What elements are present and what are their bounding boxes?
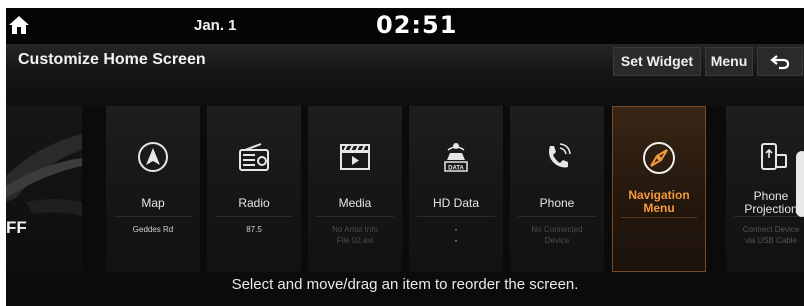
back-arrow-icon <box>770 55 790 70</box>
card-hd-data[interactable]: DATA HD Data - - <box>409 106 503 272</box>
home-screen-editor: Jan. 1 02:51 Customize Home Screen Set W… <box>6 8 804 306</box>
card-label: Radio <box>238 196 270 210</box>
car-interior-image <box>6 134 82 216</box>
compass-arrow-icon <box>138 142 168 172</box>
media-icon <box>340 144 370 170</box>
card-map[interactable]: Map Geddes Rd <box>106 106 200 272</box>
card-label: HD Data <box>432 196 479 210</box>
menu-button[interactable]: Menu <box>705 47 753 76</box>
clock: 02:51 <box>376 11 458 39</box>
partial-card-text: FF <box>6 218 27 237</box>
card-phone-projection[interactable]: Phone Projection Connect Device via USB … <box>726 106 804 272</box>
date-label: Jan. 1 <box>194 17 237 34</box>
partial-card-left[interactable]: FF <box>6 106 82 272</box>
instruction-text: Select and move/drag an item to reorder … <box>231 276 579 293</box>
radio-icon <box>239 143 269 171</box>
set-widget-button[interactable]: Set Widget <box>613 47 701 76</box>
card-detail: - - <box>454 225 458 245</box>
card-label: Media <box>338 196 372 210</box>
navigation-compass-icon <box>643 142 675 174</box>
svg-text:DATA: DATA <box>448 166 464 172</box>
card-detail: Geddes Rd <box>132 225 174 234</box>
card-label: Phone <box>539 196 575 210</box>
back-button[interactable] <box>757 47 803 76</box>
card-label: Map <box>141 196 165 210</box>
card-detail: No Connected Device <box>531 225 583 245</box>
status-bar: Jan. 1 02:51 <box>6 8 804 44</box>
scroll-handle[interactable] <box>796 151 804 217</box>
card-navigation-menu[interactable]: Navigation Menu <box>612 106 706 272</box>
card-detail: 87.5 <box>246 225 262 234</box>
phone-projection-icon <box>761 143 787 170</box>
card-phone[interactable]: Phone No Connected Device <box>510 106 604 272</box>
hd-data-icon: DATA <box>444 143 468 172</box>
card-media[interactable]: Media No Artist Info File 02.avi <box>308 106 402 272</box>
page-title: Customize Home Screen <box>18 51 206 68</box>
card-radio[interactable]: Radio 87.5 <box>207 106 301 272</box>
card-label: Navigation Menu <box>628 188 690 215</box>
home-icon[interactable] <box>8 14 30 36</box>
card-label: Phone Projection <box>744 189 798 216</box>
home-item-carousel[interactable]: FF Map Geddes Rd Radio 87.5 Media No Art… <box>6 106 804 272</box>
card-detail: No Artist Info File 02.avi <box>332 225 378 245</box>
phone-icon <box>549 143 571 168</box>
title-bar: Customize Home Screen Set Widget Menu <box>6 44 804 106</box>
card-detail: Connect Device via USB Cable <box>742 225 800 245</box>
